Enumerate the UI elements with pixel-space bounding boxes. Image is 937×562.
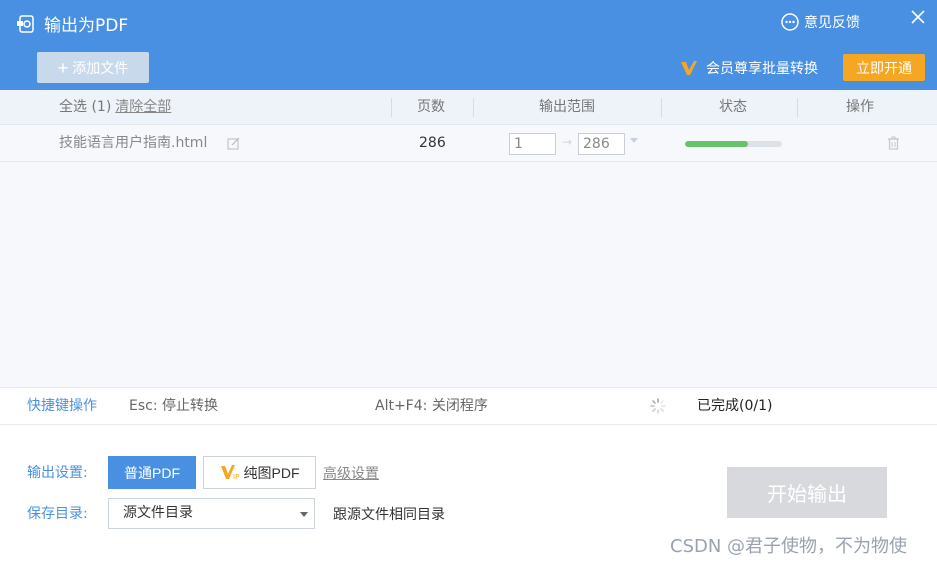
window-title-group: 输出为PDF <box>16 11 128 36</box>
table-row: 技能语言用户指南.html 286 → <box>0 125 937 162</box>
vip-promo: 会员尊享批量转换 <box>680 58 818 78</box>
close-icon[interactable] <box>909 8 927 26</box>
shortcut-bar: 快捷键操作 Esc: 停止转换 Alt+F4: 关闭程序 已完成(0/1) <box>0 388 937 425</box>
alt-f4-shortcut: Alt+F4: 关闭程序 <box>375 398 488 414</box>
save-dir-select[interactable]: 源文件目录 <box>108 498 315 529</box>
select-all-label[interactable]: 全选 (1) <box>59 99 111 115</box>
conversion-progress-bar <box>685 141 782 147</box>
trash-icon[interactable] <box>887 136 900 150</box>
output-settings-label: 输出设置: <box>27 465 88 481</box>
range-from-input[interactable] <box>509 133 556 155</box>
vip-badge-icon: IP <box>220 465 239 481</box>
same-dir-note: 跟源文件相同目录 <box>333 507 445 523</box>
normal-pdf-button[interactable]: 普通PDF <box>108 456 196 489</box>
vip-v-icon <box>681 61 697 75</box>
edit-icon[interactable] <box>227 137 240 150</box>
clear-all-link[interactable]: 清除全部 <box>115 99 171 115</box>
plus-icon: + <box>57 57 69 78</box>
page-count: 286 <box>419 135 446 151</box>
range-to-input[interactable] <box>578 133 625 155</box>
svg-text:IP: IP <box>233 473 239 481</box>
image-pdf-button[interactable]: IP 纯图PDF <box>203 456 316 489</box>
feedback-label: 意见反馈 <box>804 15 860 31</box>
pdf-export-icon <box>17 14 34 33</box>
chevron-down-icon[interactable] <box>630 138 638 143</box>
arrow-right-icon: → <box>562 135 573 149</box>
image-pdf-label: 纯图PDF <box>243 464 300 481</box>
loading-spinner-icon <box>650 398 666 414</box>
vip-promo-text: 会员尊享批量转换 <box>706 61 818 77</box>
progress-fill <box>685 141 749 147</box>
column-divider <box>797 98 798 117</box>
column-status: 状态 <box>719 99 747 115</box>
chevron-down-icon <box>300 512 308 517</box>
completion-status: 已完成(0/1) <box>697 398 773 414</box>
watermark-text: CSDN @君子使物，不为物使 <box>670 536 908 557</box>
add-file-button[interactable]: + 添加文件 <box>37 52 149 83</box>
title-bar: 输出为PDF 意见反馈 + 添加文件 会员尊享批量转换 立即开通 <box>0 0 937 90</box>
column-range: 输出范围 <box>539 99 595 115</box>
esc-shortcut: Esc: 停止转换 <box>129 398 219 414</box>
add-file-label: 添加文件 <box>72 59 129 76</box>
start-output-button[interactable]: 开始输出 <box>727 467 887 518</box>
open-vip-button[interactable]: 立即开通 <box>843 54 925 81</box>
file-table-header: 全选 (1) 清除全部 页数 输出范围 状态 操作 <box>0 90 937 125</box>
feedback-link[interactable]: 意见反馈 <box>780 12 860 32</box>
column-pages: 页数 <box>417 99 445 115</box>
chat-bubble-icon <box>781 13 799 31</box>
column-divider <box>391 98 392 117</box>
column-divider <box>473 98 474 117</box>
save-dir-label: 保存目录: <box>27 506 88 522</box>
advanced-settings-link[interactable]: 高级设置 <box>323 463 379 483</box>
file-name: 技能语言用户指南.html <box>59 135 208 151</box>
column-divider <box>661 98 662 117</box>
save-dir-value: 源文件目录 <box>123 505 193 521</box>
file-list-empty-area <box>0 162 937 388</box>
shortcut-title[interactable]: 快捷键操作 <box>27 388 97 425</box>
select-all[interactable]: 全选 (1) 清除全部 <box>59 90 171 125</box>
window-title: 输出为PDF <box>44 16 129 36</box>
column-actions: 操作 <box>846 99 874 115</box>
